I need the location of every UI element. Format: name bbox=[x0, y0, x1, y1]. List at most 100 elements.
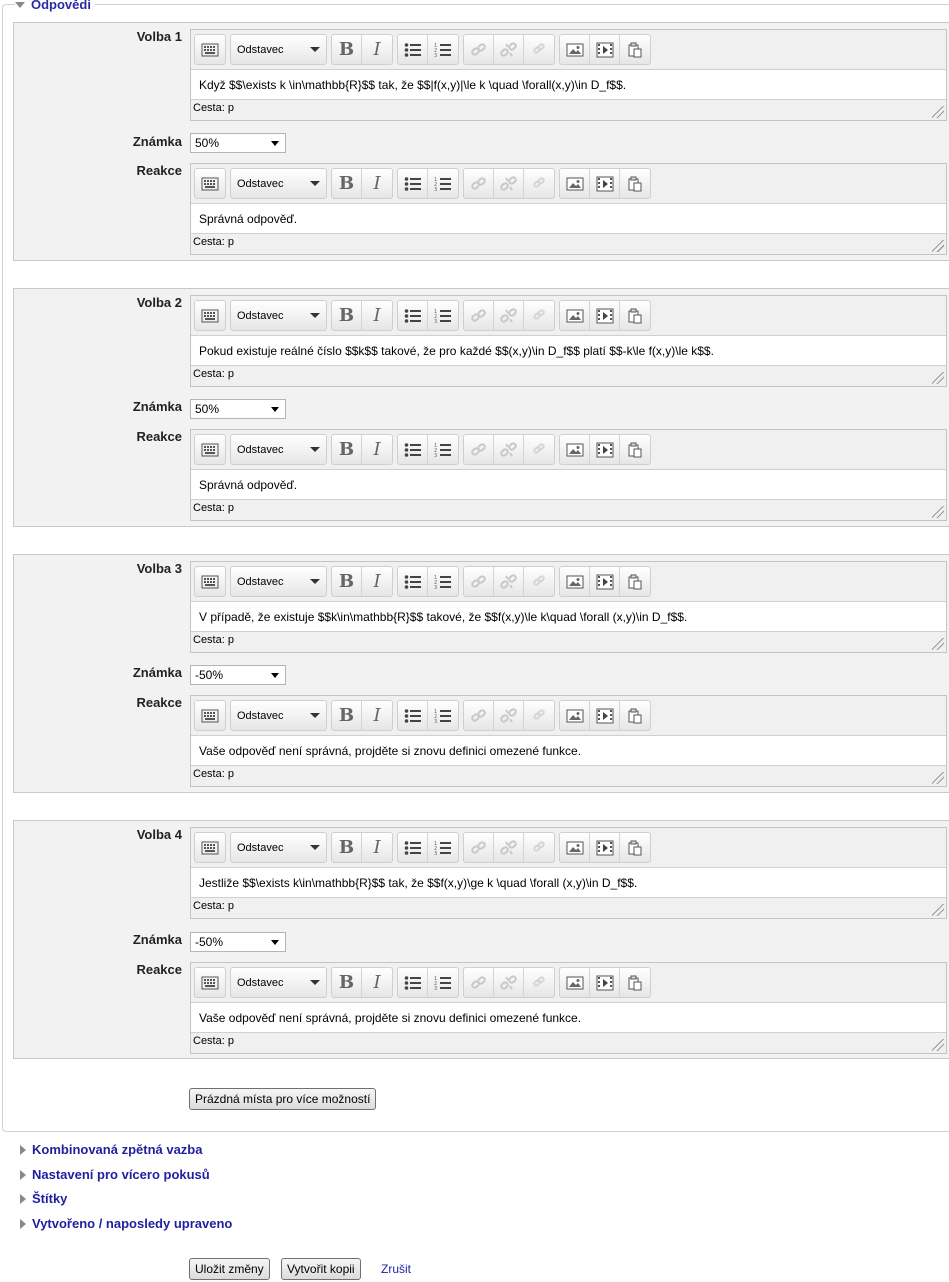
paste-button[interactable] bbox=[620, 435, 650, 464]
section-tags[interactable]: Štítky bbox=[20, 1191, 67, 1206]
ordered-list-button[interactable]: 123 bbox=[428, 701, 458, 730]
save-as-copy-button[interactable]: Vytvořit kopii bbox=[281, 1258, 361, 1280]
link-button[interactable] bbox=[464, 968, 494, 997]
unlink-button[interactable] bbox=[494, 833, 524, 862]
resize-grip-icon[interactable] bbox=[932, 638, 944, 650]
toolbar-toggle-button[interactable] bbox=[195, 35, 225, 64]
media-button[interactable] bbox=[590, 169, 620, 198]
paste-button[interactable] bbox=[620, 968, 650, 997]
image-button[interactable] bbox=[560, 833, 590, 862]
resize-grip-icon[interactable] bbox=[932, 772, 944, 784]
unlink-button[interactable] bbox=[494, 301, 524, 330]
link-button[interactable] bbox=[464, 567, 494, 596]
unlink-button[interactable] bbox=[494, 567, 524, 596]
unlink-button[interactable] bbox=[494, 169, 524, 198]
toolbar-toggle-button[interactable] bbox=[195, 833, 225, 862]
paste-button[interactable] bbox=[620, 169, 650, 198]
unordered-list-button[interactable] bbox=[398, 301, 428, 330]
bold-button[interactable]: B bbox=[332, 169, 362, 198]
anchor-button[interactable] bbox=[524, 567, 554, 596]
link-button[interactable] bbox=[464, 301, 494, 330]
answer-content[interactable]: Když $$\exists k \in\mathbb{R}$$ tak, že… bbox=[191, 69, 946, 100]
image-button[interactable] bbox=[560, 435, 590, 464]
bold-button[interactable]: B bbox=[332, 968, 362, 997]
link-button[interactable] bbox=[464, 435, 494, 464]
paste-button[interactable] bbox=[620, 567, 650, 596]
image-button[interactable] bbox=[560, 968, 590, 997]
italic-button[interactable]: I bbox=[362, 35, 392, 64]
resize-grip-icon[interactable] bbox=[932, 904, 944, 916]
feedback-content[interactable]: Vaše odpověď není správná, projděte si z… bbox=[191, 1002, 946, 1033]
toolbar-toggle-button[interactable] bbox=[195, 301, 225, 330]
ordered-list-button[interactable]: 123 bbox=[428, 833, 458, 862]
cancel-link[interactable]: Zrušit bbox=[381, 1262, 411, 1276]
italic-button[interactable]: I bbox=[362, 701, 392, 730]
bold-button[interactable]: B bbox=[332, 301, 362, 330]
unlink-button[interactable] bbox=[494, 968, 524, 997]
anchor-button[interactable] bbox=[524, 35, 554, 64]
unordered-list-button[interactable] bbox=[398, 435, 428, 464]
answers-legend-toggle[interactable]: Odpovědi bbox=[15, 0, 95, 12]
image-button[interactable] bbox=[560, 169, 590, 198]
anchor-button[interactable] bbox=[524, 968, 554, 997]
paste-button[interactable] bbox=[620, 701, 650, 730]
unordered-list-button[interactable] bbox=[398, 567, 428, 596]
link-button[interactable] bbox=[464, 35, 494, 64]
feedback-content[interactable]: Správná odpověď. bbox=[191, 203, 946, 234]
bold-button[interactable]: B bbox=[332, 567, 362, 596]
link-button[interactable] bbox=[464, 169, 494, 198]
unordered-list-button[interactable] bbox=[398, 968, 428, 997]
format-select[interactable]: Odstavec bbox=[230, 967, 327, 998]
feedback-content[interactable]: Správná odpověď. bbox=[191, 469, 946, 500]
ordered-list-button[interactable]: 123 bbox=[428, 35, 458, 64]
format-select[interactable]: Odstavec bbox=[230, 832, 327, 863]
answer-content[interactable]: Jestliže $$\exists k\in\mathbb{R}$$ tak,… bbox=[191, 867, 946, 898]
unordered-list-button[interactable] bbox=[398, 35, 428, 64]
grade-select[interactable]: 50% bbox=[190, 133, 286, 153]
format-select[interactable]: Odstavec bbox=[230, 34, 327, 65]
anchor-button[interactable] bbox=[524, 833, 554, 862]
grade-select[interactable]: -50% bbox=[190, 665, 286, 685]
add-blanks-button[interactable]: Prázdná místa pro více možností bbox=[189, 1088, 377, 1110]
paste-button[interactable] bbox=[620, 301, 650, 330]
toolbar-toggle-button[interactable] bbox=[195, 435, 225, 464]
toolbar-toggle-button[interactable] bbox=[195, 567, 225, 596]
resize-grip-icon[interactable] bbox=[932, 1039, 944, 1051]
toolbar-toggle-button[interactable] bbox=[195, 169, 225, 198]
image-button[interactable] bbox=[560, 567, 590, 596]
media-button[interactable] bbox=[590, 435, 620, 464]
section-multiple-tries[interactable]: Nastavení pro vícero pokusů bbox=[20, 1167, 210, 1182]
link-button[interactable] bbox=[464, 701, 494, 730]
toolbar-toggle-button[interactable] bbox=[195, 968, 225, 997]
resize-grip-icon[interactable] bbox=[932, 372, 944, 384]
toolbar-toggle-button[interactable] bbox=[195, 701, 225, 730]
answer-content[interactable]: Pokud existuje reálné číslo $$k$$ takové… bbox=[191, 335, 946, 366]
grade-select[interactable]: 50% bbox=[190, 399, 286, 419]
format-select[interactable]: Odstavec bbox=[230, 168, 327, 199]
format-select[interactable]: Odstavec bbox=[230, 300, 327, 331]
anchor-button[interactable] bbox=[524, 435, 554, 464]
feedback-content[interactable]: Vaše odpověď není správná, projděte si z… bbox=[191, 735, 946, 766]
format-select[interactable]: Odstavec bbox=[230, 700, 327, 731]
image-button[interactable] bbox=[560, 301, 590, 330]
unlink-button[interactable] bbox=[494, 701, 524, 730]
unlink-button[interactable] bbox=[494, 35, 524, 64]
ordered-list-button[interactable]: 123 bbox=[428, 567, 458, 596]
unordered-list-button[interactable] bbox=[398, 169, 428, 198]
italic-button[interactable]: I bbox=[362, 567, 392, 596]
format-select[interactable]: Odstavec bbox=[230, 566, 327, 597]
paste-button[interactable] bbox=[620, 35, 650, 64]
unordered-list-button[interactable] bbox=[398, 833, 428, 862]
section-created-modified[interactable]: Vytvořeno / naposledy upraveno bbox=[20, 1216, 232, 1231]
format-select[interactable]: Odstavec bbox=[230, 434, 327, 465]
bold-button[interactable]: B bbox=[332, 701, 362, 730]
resize-grip-icon[interactable] bbox=[932, 506, 944, 518]
save-changes-button[interactable]: Uložit změny bbox=[189, 1258, 270, 1280]
paste-button[interactable] bbox=[620, 833, 650, 862]
grade-select[interactable]: -50% bbox=[190, 932, 286, 952]
media-button[interactable] bbox=[590, 35, 620, 64]
media-button[interactable] bbox=[590, 301, 620, 330]
resize-grip-icon[interactable] bbox=[932, 240, 944, 252]
image-button[interactable] bbox=[560, 701, 590, 730]
ordered-list-button[interactable]: 123 bbox=[428, 435, 458, 464]
